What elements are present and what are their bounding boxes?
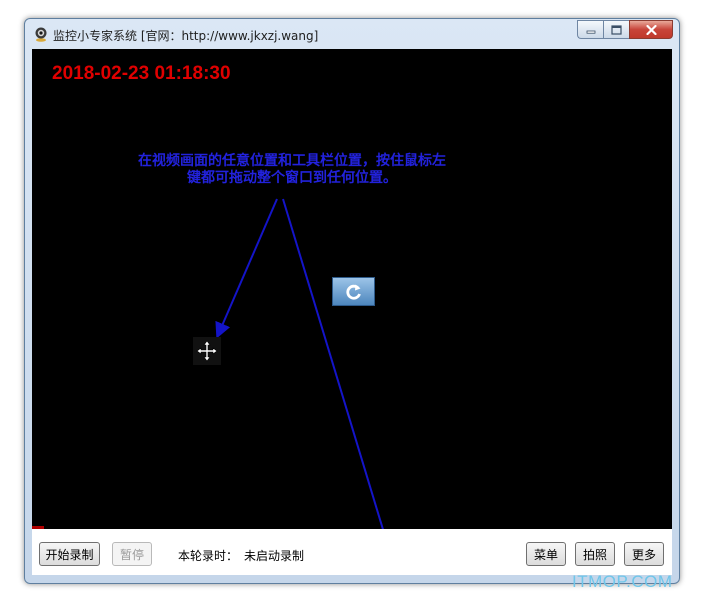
snapshot-button[interactable]: 拍照 (575, 542, 615, 566)
refresh-button[interactable] (332, 277, 375, 306)
bottom-toolbar[interactable]: 开始录制 暂停 本轮录时： 未启动录制 菜单 拍照 更多 (32, 529, 672, 575)
record-status: 未启动录制 (244, 549, 305, 563)
menu-button[interactable]: 菜单 (526, 542, 566, 566)
pause-button[interactable]: 暂停 (112, 542, 152, 566)
start-record-button[interactable]: 开始录制 (39, 542, 100, 566)
video-view[interactable]: 2018-02-23 01:18:30 在视频画面的任意位置和工具栏位置，按住鼠… (32, 49, 672, 529)
hint-arrow-to-video (215, 198, 278, 339)
close-button[interactable] (629, 20, 673, 39)
maximize-icon (611, 24, 622, 35)
maximize-button[interactable] (603, 20, 629, 39)
app-window: 监控小专家系统 [官网：http://www.jkxzj.wang] 2018-… (24, 18, 680, 584)
more-button[interactable]: 更多 (624, 542, 664, 566)
webcam-icon (35, 27, 47, 42)
move-cursor-icon (193, 337, 221, 365)
refresh-icon (345, 284, 361, 300)
site-watermark: ITMOP.COM (572, 572, 673, 591)
window-title: 监控小专家系统 [官网：http://www.jkxzj.wang] (53, 29, 319, 43)
minimize-button[interactable] (577, 20, 603, 39)
close-icon (645, 24, 657, 35)
caption-buttons (577, 20, 673, 40)
round-time-label: 本轮录时： (178, 549, 239, 563)
minimize-icon (586, 30, 595, 34)
hint-arrow-to-toolbar (282, 198, 384, 529)
title-bar[interactable]: 监控小专家系统 [官网：http://www.jkxzj.wang] (25, 19, 679, 49)
